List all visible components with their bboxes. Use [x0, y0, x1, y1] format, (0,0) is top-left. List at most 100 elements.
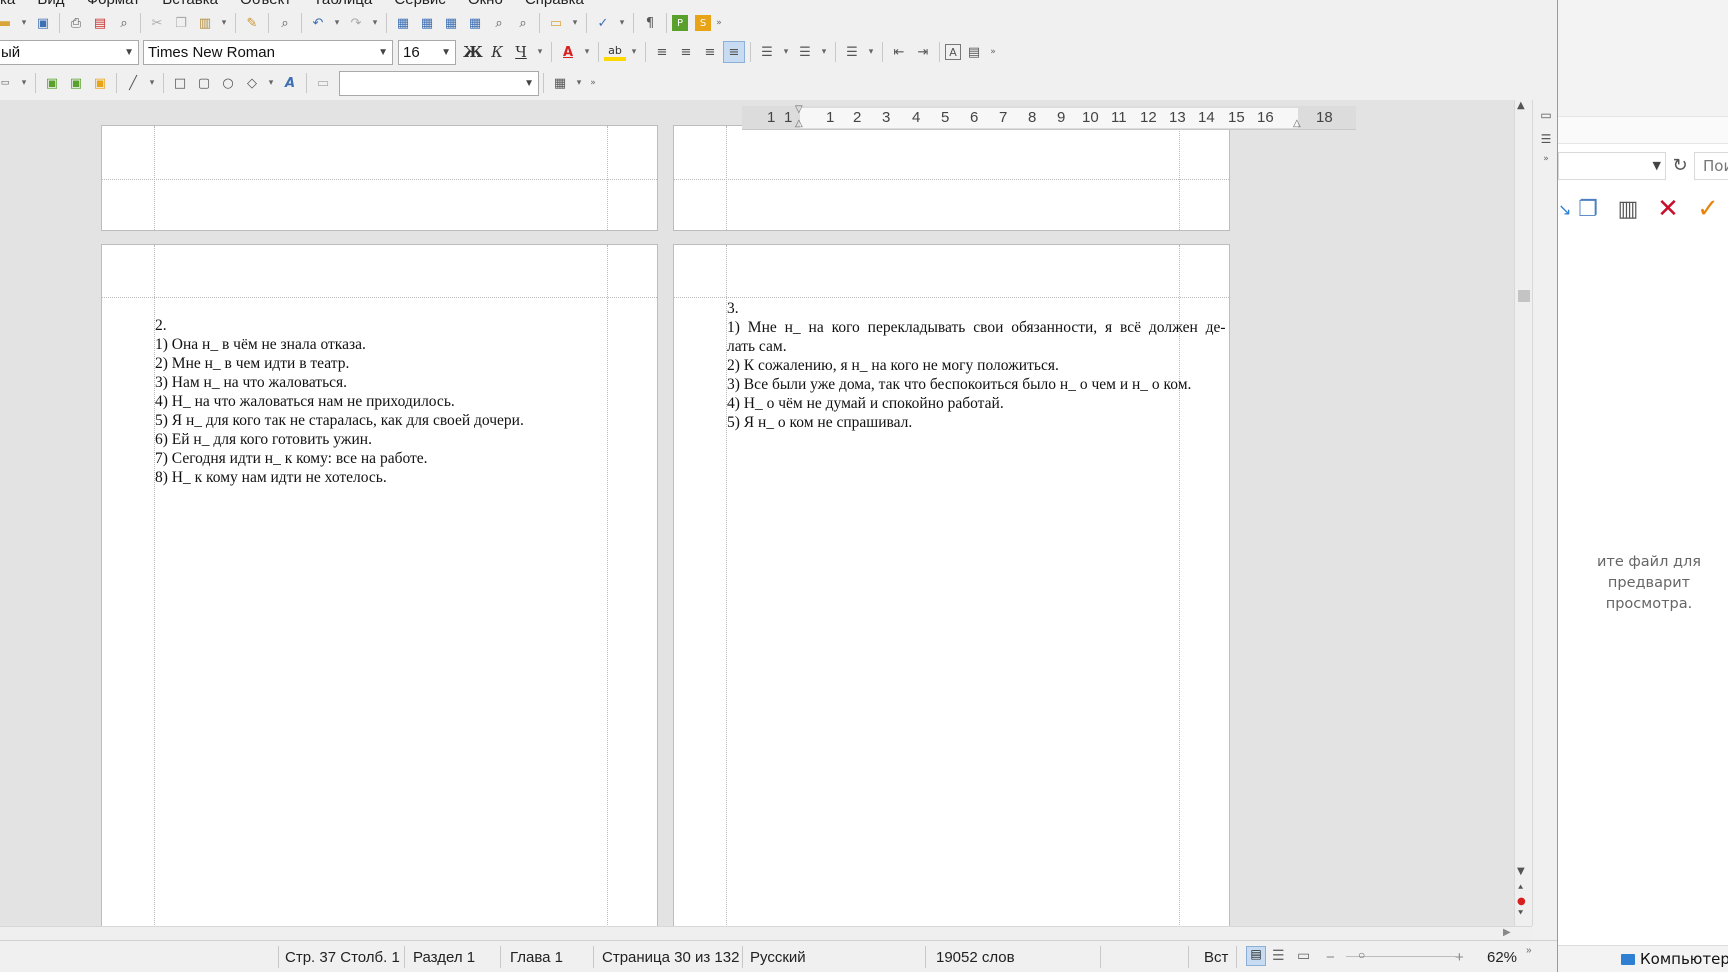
- line-dropdown-icon[interactable]: ▾: [146, 72, 158, 94]
- fontwork-icon[interactable]: A: [279, 72, 301, 94]
- insert-image-dropdown-icon[interactable]: ▾: [569, 12, 581, 34]
- vertical-scrollbar[interactable]: ▲ ▼ ⯅ ● ⯆: [1514, 100, 1532, 926]
- text-box-icon[interactable]: A: [945, 44, 961, 60]
- single-page-view-icon[interactable]: ▤: [1246, 946, 1266, 966]
- page-top-left[interactable]: [101, 125, 658, 231]
- undo-dropdown-icon[interactable]: ▾: [331, 12, 343, 34]
- horizontal-ruler[interactable]: 1 1 1 2 3 4 5 6 7 8 9 10 11 12 13 14 15 …: [742, 104, 1356, 130]
- cut-icon[interactable]: ✂: [146, 12, 168, 34]
- font-color-dropdown-icon[interactable]: ▾: [581, 41, 593, 63]
- indent-marker-icon[interactable]: ▽: [795, 104, 803, 115]
- basic-shapes-icon[interactable]: ◇: [241, 72, 263, 94]
- navigation-dot-icon[interactable]: ●: [1517, 896, 1526, 907]
- menu-help[interactable]: Справка: [525, 0, 584, 8]
- insert-table-icon[interactable]: ▦: [464, 12, 486, 34]
- menu-table[interactable]: Таблица: [313, 0, 372, 8]
- copy-icon[interactable]: ❐: [170, 12, 192, 34]
- undo-icon[interactable]: ↶: [307, 12, 329, 34]
- insert-chart-icon[interactable]: ▣: [65, 72, 87, 94]
- extension-s-icon[interactable]: S: [695, 15, 711, 31]
- rectangle-icon[interactable]: □: [169, 72, 191, 94]
- menu-object[interactable]: Объект: [240, 0, 291, 8]
- print-icon[interactable]: ⎙: [65, 12, 87, 34]
- align-right-icon[interactable]: ≡: [699, 41, 721, 63]
- page-right[interactable]: 3. 1) Мне н_ на кого перекладывать свои …: [673, 244, 1230, 926]
- highlight-icon[interactable]: ab: [604, 43, 626, 61]
- rounded-rectangle-icon[interactable]: ▢: [193, 72, 215, 94]
- zoom-out-button[interactable]: −: [1326, 949, 1335, 966]
- paste-dropdown-icon[interactable]: ▾: [218, 12, 230, 34]
- checkmark-icon[interactable]: ✓: [1688, 194, 1728, 224]
- shapes-dropdown-icon[interactable]: ▾: [265, 72, 277, 94]
- numbered-list-icon[interactable]: ☰: [794, 41, 816, 63]
- insert-field-icon[interactable]: ▦: [392, 12, 414, 34]
- scroll-up-icon[interactable]: ▲: [1517, 100, 1525, 111]
- open-dropdown-icon[interactable]: ▾: [18, 12, 30, 34]
- underline-dropdown-icon[interactable]: ▾: [534, 41, 546, 63]
- horizontal-scrollbar[interactable]: ▶: [0, 926, 1532, 940]
- increase-indent-icon[interactable]: ⇥: [912, 41, 934, 63]
- book-view-icon[interactable]: ▭: [1297, 947, 1310, 964]
- more-formatting-icon[interactable]: »: [987, 41, 999, 63]
- left-margin-marker-icon[interactable]: △: [795, 118, 803, 129]
- align-left-icon[interactable]: ≡: [651, 41, 673, 63]
- paragraph-dialog-icon[interactable]: ▤: [963, 41, 985, 63]
- status-page-column[interactable]: Стр. 37 Столб. 1: [285, 949, 400, 966]
- find-replace-icon[interactable]: ⌕: [274, 12, 296, 34]
- zoom-in-button[interactable]: +: [1455, 949, 1464, 966]
- paragraph-style-combo[interactable]: ый ▼: [0, 39, 139, 65]
- menu-view[interactable]: Вид: [37, 0, 64, 8]
- document-canvas[interactable]: 2. 1) Она н_ в чём не знала отказа. 2) М…: [0, 100, 1516, 926]
- bold-button[interactable]: Ж: [462, 41, 484, 63]
- search-input[interactable]: Пои: [1694, 152, 1728, 180]
- multi-page-view-icon[interactable]: ☰: [1272, 947, 1285, 964]
- export-pdf-icon[interactable]: ▤: [89, 12, 111, 34]
- line-icon[interactable]: ╱: [122, 72, 144, 94]
- insert-footer-icon[interactable]: ▦: [440, 12, 462, 34]
- delete-icon[interactable]: ✕: [1648, 194, 1688, 224]
- refresh-icon[interactable]: ↻: [1668, 155, 1692, 179]
- outline-dropdown-icon[interactable]: ▾: [865, 41, 877, 63]
- navigator-icon[interactable]: ⌕: [512, 12, 534, 34]
- chevron-down-icon[interactable]: ▼: [1653, 159, 1661, 172]
- insert-frame-icon[interactable]: ▣: [41, 72, 63, 94]
- right-margin-marker-icon[interactable]: △: [1293, 118, 1301, 129]
- formatting-marks-icon[interactable]: ¶: [639, 12, 661, 34]
- next-page-icon[interactable]: ⯆: [1517, 909, 1524, 919]
- underline-button[interactable]: Ч: [510, 41, 532, 63]
- table-grid-icon[interactable]: ▦: [549, 72, 571, 94]
- extension-p-icon[interactable]: P: [672, 15, 688, 31]
- zoom-level[interactable]: 62%: [1487, 949, 1517, 966]
- highlight-dropdown-icon[interactable]: ▾: [628, 41, 640, 63]
- spellcheck-dropdown-icon[interactable]: ▾: [616, 12, 628, 34]
- font-color-icon[interactable]: A: [557, 41, 579, 63]
- menu-window[interactable]: Окно: [468, 0, 503, 8]
- previous-page-icon[interactable]: ⯅: [1517, 883, 1524, 893]
- redo-dropdown-icon[interactable]: ▾: [369, 12, 381, 34]
- print-preview-icon[interactable]: ⌕: [113, 12, 135, 34]
- scroll-right-icon[interactable]: ▶: [1503, 927, 1511, 938]
- numbered-list-dropdown-icon[interactable]: ▾: [818, 41, 830, 63]
- scroll-thumb[interactable]: [1518, 290, 1530, 302]
- insert-header-icon[interactable]: ▦: [416, 12, 438, 34]
- paste-icon[interactable]: ▥: [1608, 197, 1648, 222]
- redo-icon[interactable]: ↷: [345, 12, 367, 34]
- computer-label[interactable]: Компьютер: [1640, 950, 1728, 968]
- align-justify-icon[interactable]: ≡: [723, 41, 745, 63]
- page-left[interactable]: 2. 1) Она н_ в чём не знала отказа. 2) М…: [101, 244, 658, 926]
- insert-ole-icon[interactable]: ▭: [0, 72, 16, 94]
- more-sidebar-icon[interactable]: »: [1540, 148, 1552, 170]
- menu-tools[interactable]: Сервис: [394, 0, 445, 8]
- font-size-combo[interactable]: 16 ▼: [398, 39, 456, 65]
- more-status-icon[interactable]: »: [1526, 945, 1532, 956]
- object-name-combo[interactable]: ▼: [339, 70, 539, 96]
- italic-button[interactable]: К: [486, 41, 508, 63]
- status-language[interactable]: Русский: [750, 949, 806, 966]
- ole-dropdown-icon[interactable]: ▾: [18, 72, 30, 94]
- menu-edit[interactable]: ка: [0, 0, 15, 8]
- bullet-list-dropdown-icon[interactable]: ▾: [780, 41, 792, 63]
- status-insert-mode[interactable]: Вст: [1204, 949, 1228, 966]
- font-name-combo[interactable]: Times New Roman ▼: [143, 39, 393, 65]
- insert-image-icon[interactable]: ▭: [545, 12, 567, 34]
- decrease-indent-icon[interactable]: ⇤: [888, 41, 910, 63]
